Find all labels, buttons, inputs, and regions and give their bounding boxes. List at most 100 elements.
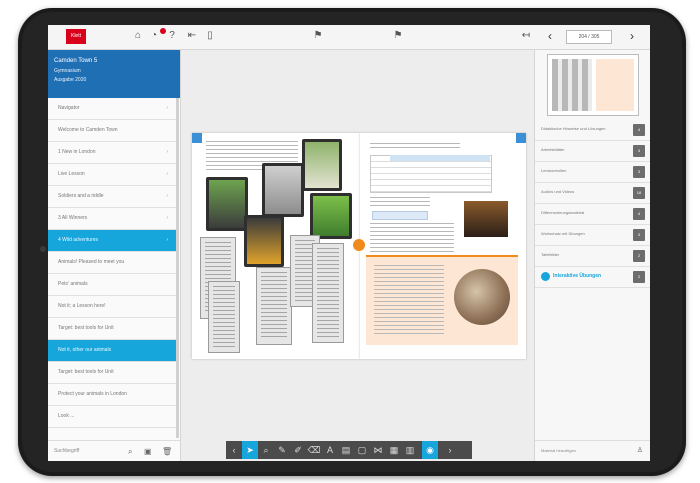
link-tool-icon[interactable]: ⋈ <box>370 441 386 459</box>
toc-item[interactable]: Navigator › <box>48 98 176 120</box>
delete-tool-icon[interactable]: ▥ <box>402 441 418 459</box>
material-label: Wortschatz mit Übungen <box>541 231 585 236</box>
chevron-right-icon: › <box>166 171 168 177</box>
toc-subitem[interactable]: Look ... <box>48 406 176 428</box>
previous-page-button[interactable]: ‹ <box>548 28 552 44</box>
page-text <box>370 197 430 207</box>
book-subtitle: Gymnasium <box>54 68 81 74</box>
add-material-bar[interactable]: Material hinzufügen ♙ <box>535 440 650 461</box>
toc-item-label: Live Lesson <box>58 171 85 177</box>
material-item[interactable]: Didaktische Hinweise und Lösungen 4 <box>535 120 650 141</box>
toc-subitem[interactable]: Pets' animals <box>48 274 176 296</box>
next-spread-button[interactable]: › <box>442 441 458 459</box>
book-header[interactable]: Camden Town 5 Gymnasium Ausgabe 2020 <box>48 50 180 98</box>
toc-item[interactable]: Live Lesson › <box>48 164 176 186</box>
chevron-down-icon: › <box>166 237 168 243</box>
page-thumbnail[interactable] <box>547 54 639 116</box>
toc-subitem[interactable]: Animals! Pleased to meet you <box>48 252 176 274</box>
interactive-exercise-icon <box>541 272 550 281</box>
exercise-text <box>374 265 444 335</box>
toc-item-label: 3 All Winners <box>58 215 88 221</box>
toc-subitem[interactable]: Not it; a Lesson here! <box>48 296 176 318</box>
toc-item-label: Target: best tools for Unit <box>58 325 114 331</box>
eraser-tool-icon[interactable]: ⌫ <box>306 441 322 459</box>
lizard-photo <box>310 193 352 239</box>
bookmark-icon[interactable]: ⚑ <box>392 30 404 42</box>
toc-subitem-active[interactable]: Not it, other our animals <box>48 340 176 362</box>
material-item-interactive[interactable]: Interaktive Übungen 2 <box>535 267 650 288</box>
material-label: Differenzierungsmaterial <box>541 210 585 215</box>
book-edition: Ausgabe 2020 <box>54 77 87 83</box>
material-item[interactable]: Audios und Videos 18 <box>535 183 650 204</box>
shape-tool-icon[interactable]: ▢ <box>354 441 370 459</box>
sidebar-scrollbar[interactable] <box>176 98 179 438</box>
toc-subitem[interactable]: Target: best tools for Unit <box>48 318 176 340</box>
trash-icon[interactable]: 🗑 <box>162 441 172 461</box>
note-tool-icon[interactable]: ▤ <box>338 441 354 459</box>
toc-item-label: Target: best tools for Unit <box>58 369 114 375</box>
bookmark-icon[interactable]: ⚑ <box>312 30 324 42</box>
toc-subitem[interactable]: Protect your animals in London <box>48 384 176 406</box>
home-icon[interactable]: ⌂ <box>132 30 144 42</box>
search-bar: Suchbegriff ⌕ ▣ 🗑 <box>48 440 180 461</box>
material-label: Arbeitsblätter <box>541 147 565 152</box>
collapse-icon[interactable]: ⇤ <box>186 30 198 42</box>
next-page-button[interactable]: › <box>630 28 634 44</box>
material-count: 18 <box>633 187 645 199</box>
toc-item-label: 1 New in London <box>58 149 96 155</box>
table-of-contents-sidebar: Camden Town 5 Gymnasium Ausgabe 2020 Nav… <box>48 50 181 461</box>
material-count: 4 <box>633 145 645 157</box>
text-tool-icon[interactable]: A <box>322 441 338 459</box>
pen-tool-icon[interactable]: ✎ <box>274 441 290 459</box>
annotation-toolbar: ‹ ➤ ⌕ ✎ ✐ ⌫ A ▤ ▢ ⋈ ▦ ▥ ◉ › <box>226 441 472 459</box>
word-box <box>372 211 428 220</box>
copy-icon[interactable]: ▣ <box>144 441 152 461</box>
media-tool-icon[interactable]: ▦ <box>386 441 402 459</box>
back-arrow-icon[interactable]: ↤ <box>520 30 532 42</box>
book-page-left <box>192 133 360 359</box>
material-count: 2 <box>633 250 645 262</box>
material-label: Lernkontrollen <box>541 168 567 173</box>
material-item[interactable]: Differenzierungsmaterial 4 <box>535 204 650 225</box>
material-item[interactable]: Lernkontrollen 3 <box>535 162 650 183</box>
toc-item[interactable]: 3 All Winners › <box>48 208 176 230</box>
material-count: 4 <box>633 208 645 220</box>
previous-spread-button[interactable]: ‹ <box>226 441 242 459</box>
zoom-tool-icon[interactable]: ⌕ <box>258 441 274 459</box>
page-text <box>370 223 454 253</box>
table-header <box>390 155 490 161</box>
material-item[interactable]: Tafelbilder 2 <box>535 246 650 267</box>
materials-panel: Didaktische Hinweise und Lösungen 4 Arbe… <box>534 50 650 461</box>
camera-icon <box>40 246 46 252</box>
screen: Klett ⌂ ◔ ? ⇤ ▯ ⚑ ⚑ ↤ ‹ 204 / 305 › Camd… <box>48 25 650 461</box>
toc-item[interactable]: Welcome to Camden Town <box>48 120 176 142</box>
animals-collage-photo <box>454 269 510 325</box>
material-count: 3 <box>633 166 645 178</box>
marker-tool-icon[interactable]: ✐ <box>290 441 306 459</box>
toc-item-label: Soldiers and a riddle <box>58 193 104 199</box>
book-title: Camden Town 5 <box>54 58 98 64</box>
top-bar: Klett ⌂ ◔ ? ⇤ ▯ ⚑ ⚑ ↤ ‹ 204 / 305 › <box>48 25 650 50</box>
chevron-right-icon: › <box>166 215 168 221</box>
material-label: Audios und Videos <box>541 189 575 194</box>
notifications-icon[interactable]: ◔ <box>148 30 160 42</box>
book-page-right <box>353 133 526 359</box>
search-input[interactable]: Suchbegriff <box>54 441 79 461</box>
audio-marker-icon[interactable] <box>353 239 365 251</box>
page-number-field[interactable]: 204 / 305 <box>566 30 612 44</box>
cat-photo <box>262 163 304 217</box>
toc-item-label: Navigator <box>58 105 80 111</box>
toc-item-active[interactable]: 4 Wild adventures › <box>48 230 176 252</box>
help-icon[interactable]: ? <box>166 30 178 42</box>
toc-subitem[interactable]: Target: best tools for Unit <box>48 362 176 384</box>
material-label: Didaktische Hinweise und Lösungen <box>541 126 606 131</box>
material-item[interactable]: Wortschatz mit Übungen 3 <box>535 225 650 246</box>
toc-item[interactable]: 1 New in London › <box>48 142 176 164</box>
material-item[interactable]: Arbeitsblätter 4 <box>535 141 650 162</box>
pointer-tool-icon[interactable]: ➤ <box>242 441 258 459</box>
toc-item[interactable]: Soldiers and a riddle › <box>48 186 176 208</box>
profile-note <box>208 281 240 353</box>
document-icon[interactable]: ▯ <box>204 30 216 42</box>
visibility-eye-icon[interactable]: ◉ <box>422 441 438 459</box>
search-icon[interactable]: ⌕ <box>128 441 132 461</box>
